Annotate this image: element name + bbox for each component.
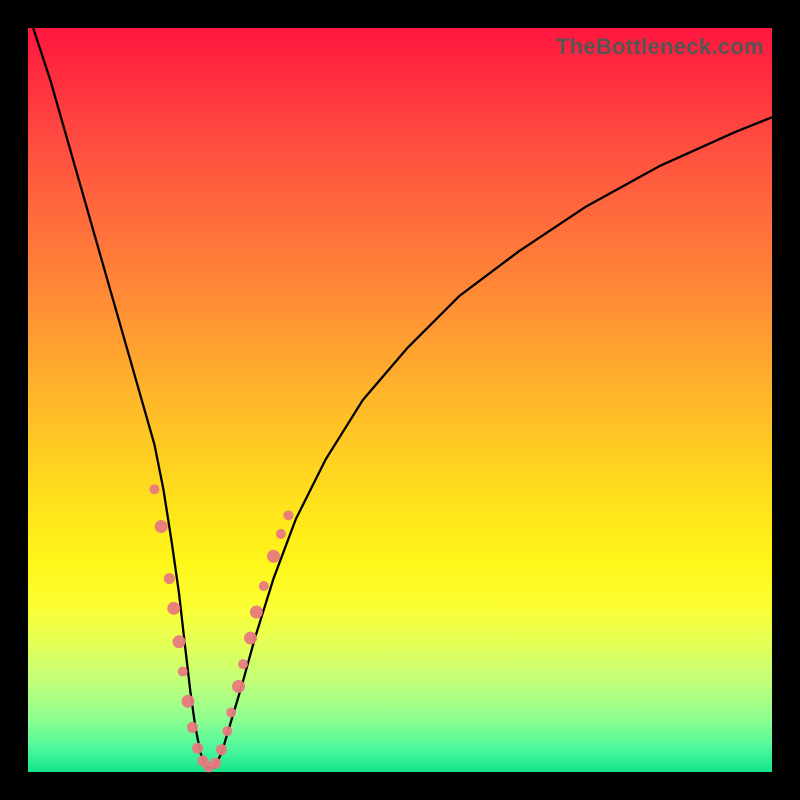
highlight-marker [178, 667, 188, 677]
highlight-marker [192, 743, 203, 754]
highlight-marker [238, 659, 248, 669]
marker-cluster [149, 484, 293, 772]
highlight-marker [167, 602, 180, 615]
chart-frame: TheBottleneck.com [0, 0, 800, 800]
highlight-marker [173, 635, 186, 648]
highlight-marker [155, 520, 168, 533]
highlight-marker [181, 695, 194, 708]
curve-layer [28, 28, 772, 772]
bottleneck-curve [33, 28, 772, 768]
highlight-marker [222, 726, 232, 736]
highlight-marker [267, 550, 280, 563]
highlight-marker [276, 529, 286, 539]
highlight-marker [244, 632, 257, 645]
plot-area: TheBottleneck.com [28, 28, 772, 772]
highlight-marker [149, 484, 159, 494]
highlight-marker [250, 606, 263, 619]
highlight-marker [187, 722, 198, 733]
highlight-marker [164, 573, 175, 584]
highlight-marker [210, 758, 221, 769]
highlight-marker [226, 707, 236, 717]
highlight-marker [216, 744, 227, 755]
highlight-marker [259, 581, 269, 591]
highlight-marker [283, 510, 293, 520]
highlight-marker [232, 680, 245, 693]
